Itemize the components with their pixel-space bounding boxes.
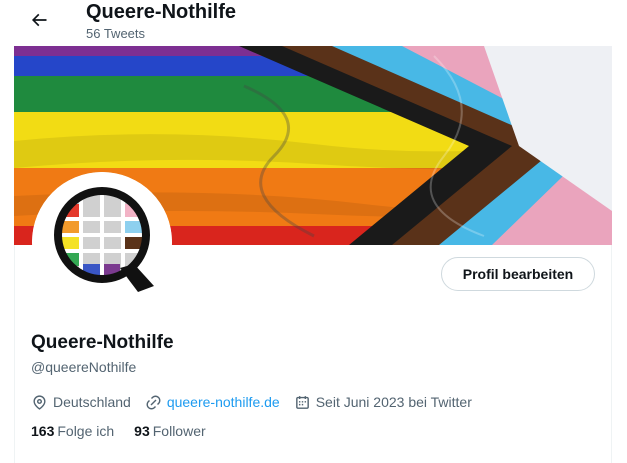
back-button[interactable]: [22, 3, 56, 37]
followers-link[interactable]: 93 Follower: [134, 423, 205, 439]
follow-stats: 163 Folge ich 93 Follower: [31, 423, 226, 439]
profile-meta: Deutschland queere-nothilfe.de Seit Juni…: [31, 392, 486, 412]
location-item: Deutschland: [31, 394, 131, 411]
joined-text: Seit Juni 2023 bei Twitter: [315, 394, 472, 410]
profile-header-bar: Queere-Nothilfe 56 Tweets: [0, 0, 627, 46]
location-text: Deutschland: [53, 394, 131, 410]
edit-profile-button[interactable]: Profil bearbeiten: [441, 257, 595, 291]
website-item: queere-nothilfe.de: [145, 394, 280, 411]
link-icon: [146, 395, 161, 409]
joined-item: Seit Juni 2023 bei Twitter: [294, 394, 472, 411]
header-title: Queere-Nothilfe: [86, 1, 237, 23]
followers-count: 93: [134, 423, 150, 439]
profile-handle: @queereNothilfe: [31, 359, 137, 375]
following-link[interactable]: 163 Folge ich: [31, 423, 114, 439]
avatar[interactable]: [32, 172, 172, 312]
calendar-icon: [295, 395, 309, 409]
following-count: 163: [31, 423, 55, 439]
arrow-left-icon: [31, 13, 47, 27]
queere-nothilfe-logo-icon: [32, 172, 172, 312]
following-label: Folge ich: [57, 423, 115, 439]
location-pin-icon: [33, 394, 46, 410]
website-link[interactable]: queere-nothilfe.de: [167, 394, 280, 410]
tweet-count: 56 Tweets: [86, 26, 146, 41]
followers-label: Follower: [152, 423, 206, 439]
profile-name: Queere-Nothilfe: [31, 332, 174, 353]
